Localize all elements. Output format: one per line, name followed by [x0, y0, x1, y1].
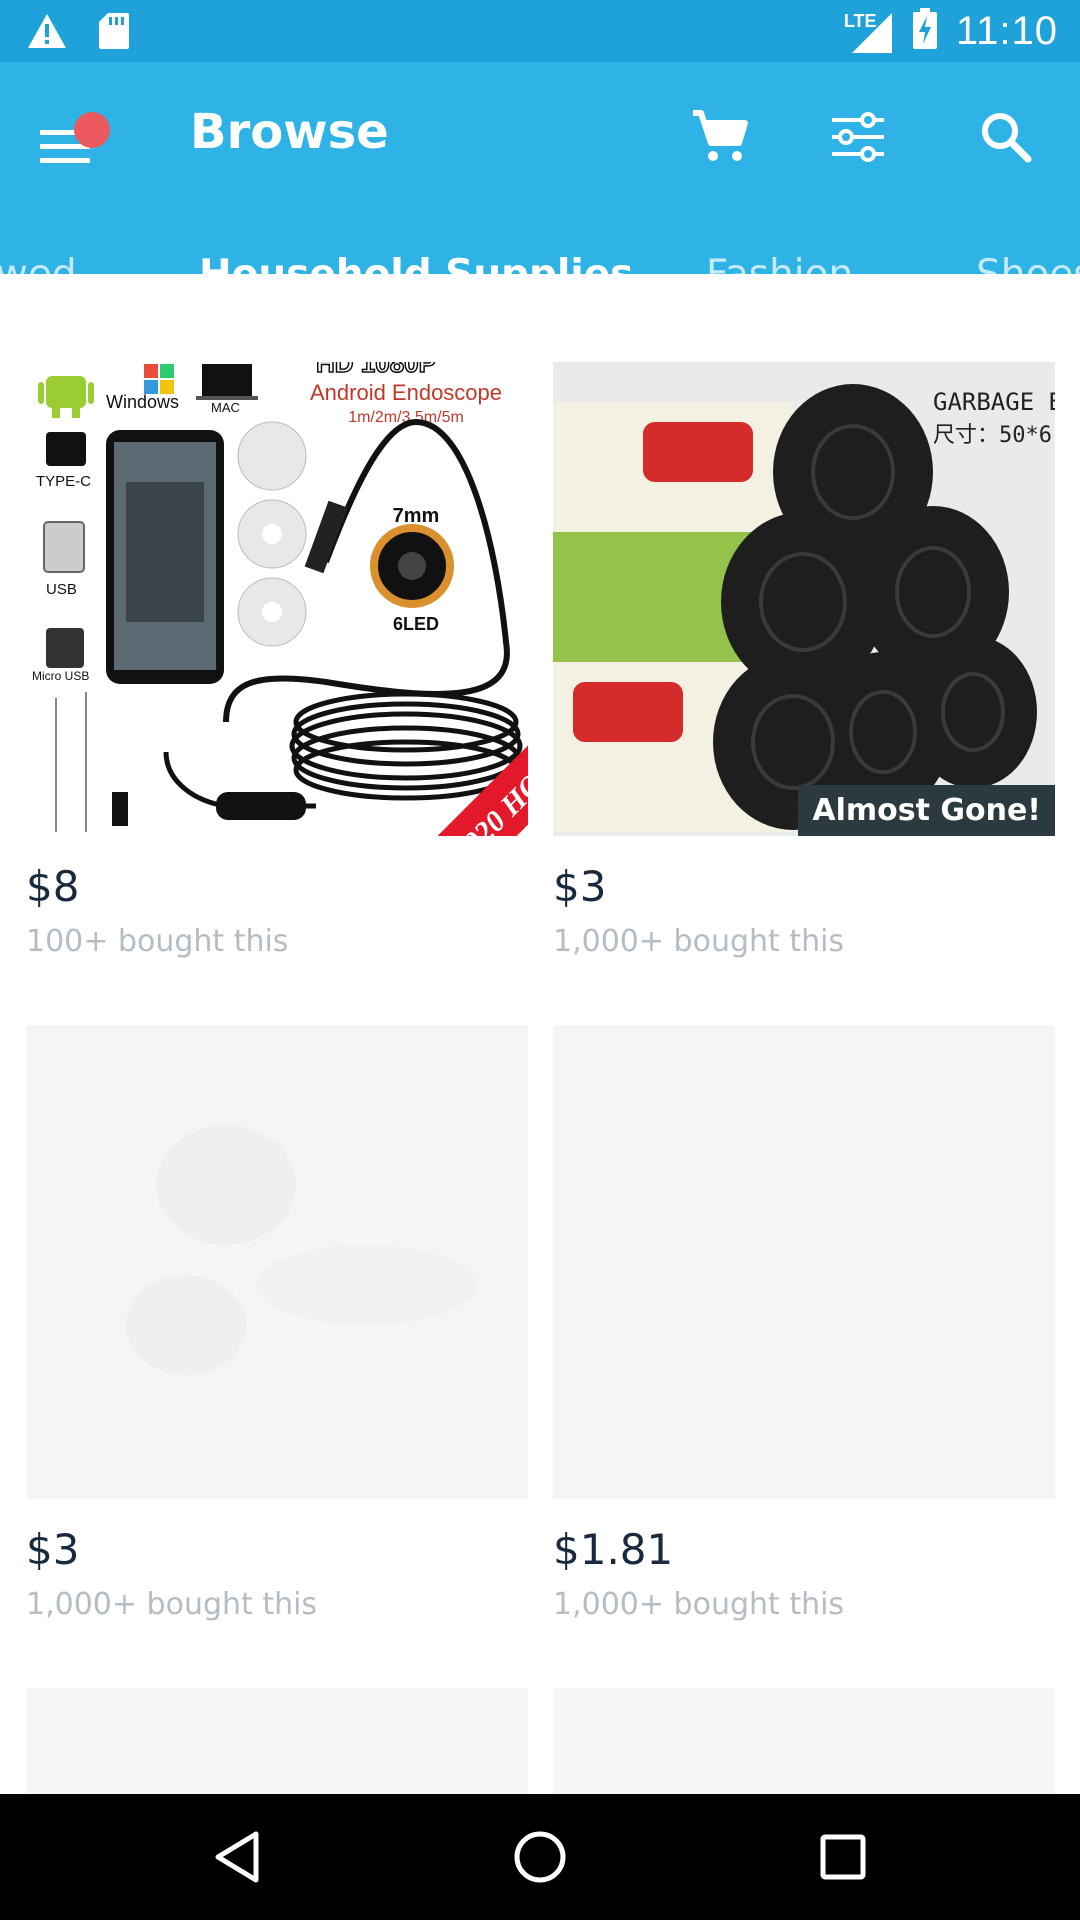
product-price: $8: [26, 862, 80, 911]
endoscope-title: Android Endoscope: [310, 380, 502, 405]
status-left-icons: [26, 12, 130, 55]
product-price: $3: [26, 1525, 80, 1574]
back-button[interactable]: [204, 1824, 270, 1890]
product-card[interactable]: GARBAGE B 尺寸：50*6 强 Almost Gone! $3 1,00…: [553, 362, 1055, 982]
laptop-icon: [196, 364, 258, 400]
tab-shoes[interactable]: Shoes: [976, 252, 1080, 297]
cart-button[interactable]: [685, 102, 755, 172]
home-icon: [514, 1831, 566, 1883]
product-image-placeholder[interactable]: [553, 1688, 1055, 1798]
back-icon: [215, 1831, 259, 1883]
filter-icon: [832, 112, 884, 162]
almost-gone-badge: Almost Gone!: [798, 785, 1055, 836]
search-button[interactable]: [971, 102, 1041, 172]
warning-icon: [26, 12, 68, 55]
home-button[interactable]: [507, 1824, 573, 1890]
product-card[interactable]: $1.81 1,000+ bought this: [553, 1025, 1055, 1645]
diameter-label: 7mm: [393, 505, 440, 527]
product-bought-count: 1,000+ bought this: [553, 1587, 845, 1622]
category-tabs: wed Household Supplies Fashion Shoes: [0, 252, 1080, 297]
usb-label: USB: [46, 581, 77, 598]
page-title: Browse: [190, 104, 389, 160]
product-bought-count: 100+ bought this: [26, 924, 289, 959]
product-price: $1.81: [553, 1525, 674, 1574]
battery-charging-icon: [912, 8, 938, 55]
size-label: 尺寸：50*6: [933, 423, 1052, 448]
windows-logo-icon: [144, 364, 174, 394]
menu-button[interactable]: [40, 112, 110, 172]
led-label: 6LED: [393, 614, 439, 634]
product-bought-count: 1,000+ bought this: [26, 1587, 318, 1622]
product-image-endoscope: Windows MAC HD 1080P Android Endoscope 1…: [26, 362, 528, 836]
status-right-icons: LTE 11:10: [844, 8, 1058, 55]
tab-fashion[interactable]: Fashion: [706, 252, 853, 297]
product-image-garbage-bags: GARBAGE B 尺寸：50*6 强 Almost Gone!: [553, 362, 1055, 836]
active-tab-indicator: [136, 328, 643, 335]
status-bar: LTE 11:10: [0, 0, 1080, 62]
signal-icon: LTE: [844, 9, 894, 55]
filter-button[interactable]: [823, 102, 893, 172]
android-logo-icon: [38, 376, 94, 418]
product-bought-count: 1,000+ bought this: [553, 924, 845, 959]
recents-icon: [820, 1834, 866, 1880]
micro-usb-label: Micro USB: [32, 669, 89, 683]
system-navigation-bar: [0, 1794, 1080, 1920]
search-icon: [982, 113, 1032, 163]
mac-label: MAC: [211, 400, 240, 415]
tab-household-supplies[interactable]: Household Supplies: [199, 252, 633, 297]
type-c-label: TYPE-C: [36, 473, 91, 490]
product-image-placeholder[interactable]: [26, 1688, 528, 1798]
recents-button[interactable]: [810, 1824, 876, 1890]
windows-label: Windows: [106, 392, 179, 412]
status-time: 11:10: [955, 9, 1058, 53]
product-card[interactable]: Windows MAC HD 1080P Android Endoscope 1…: [26, 362, 528, 982]
product-price: $3: [553, 862, 607, 911]
product-card[interactable]: $3 1,000+ bought this: [26, 1025, 528, 1645]
sd-card-icon: [98, 12, 130, 55]
notification-dot: [74, 112, 110, 148]
tab-viewed[interactable]: wed: [0, 252, 77, 297]
hd-title: HD 1080P: [316, 362, 436, 378]
cart-icon: [693, 110, 748, 161]
product-image-placeholder: [553, 1025, 1055, 1499]
garbage-label: GARBAGE B: [933, 388, 1055, 416]
app-bar: Browse wed Household Supplies Fashion Sh…: [0, 62, 1080, 297]
product-image-placeholder: [26, 1025, 528, 1499]
